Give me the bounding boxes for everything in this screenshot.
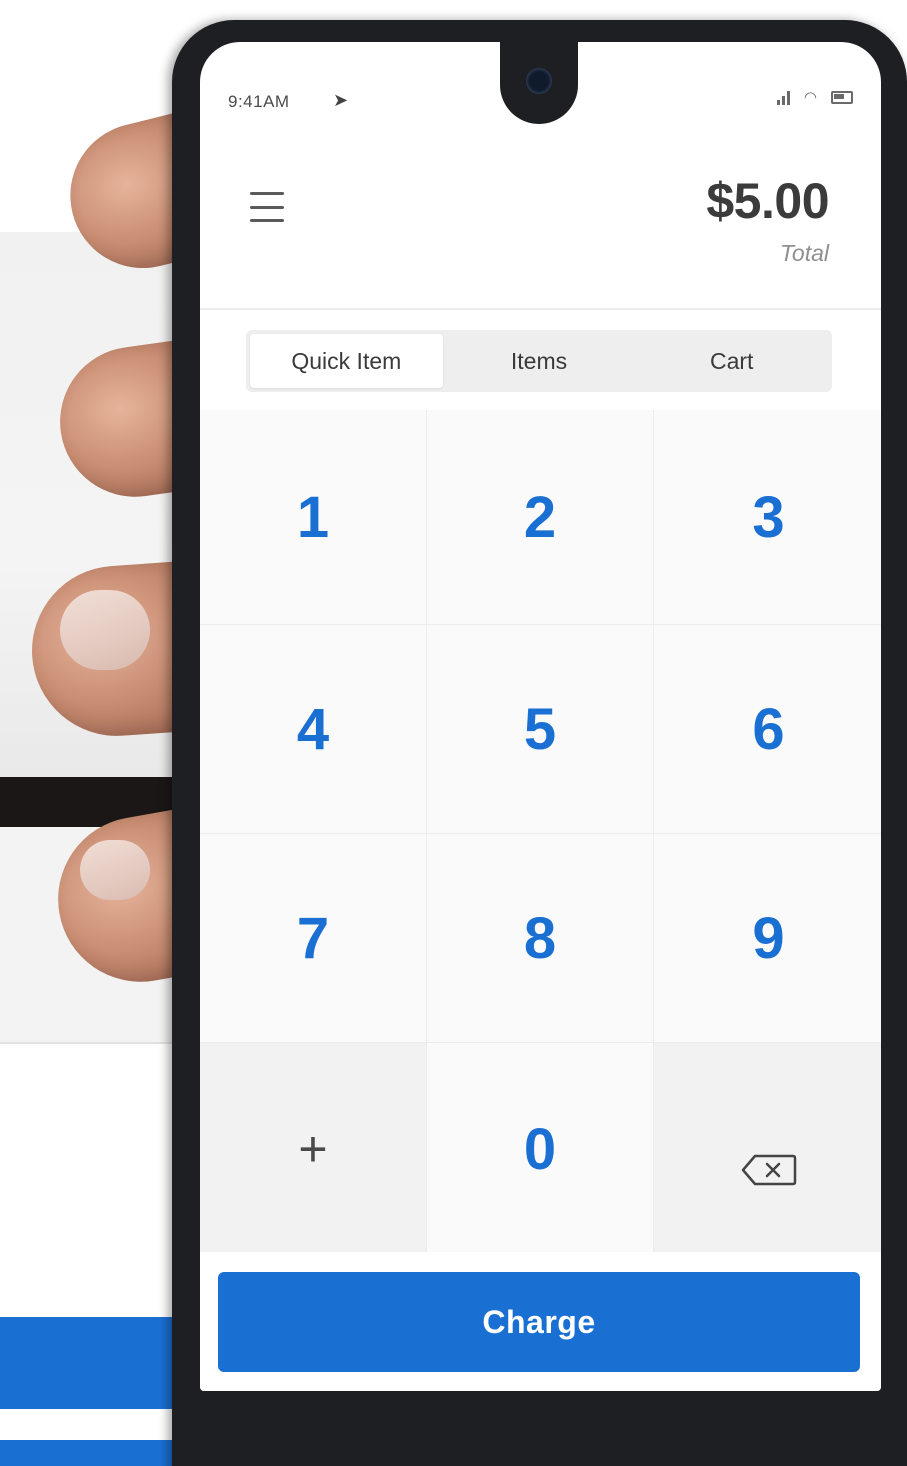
header-divider: [200, 308, 881, 310]
charge-area: Charge: [200, 1252, 881, 1391]
key-6[interactable]: 6: [654, 625, 881, 833]
status-icons: ◠: [776, 89, 853, 106]
fingernail: [80, 840, 150, 900]
tab-bar: Quick Item Items Cart: [246, 330, 832, 392]
charge-button[interactable]: Charge: [218, 1272, 860, 1372]
fingernail: [60, 590, 150, 670]
plus-icon: +: [298, 1121, 328, 1177]
tab-cart[interactable]: Cart: [635, 334, 828, 388]
key-3[interactable]: 3: [654, 410, 881, 624]
phone-bezel-bottom: [200, 1391, 881, 1466]
key-9[interactable]: 9: [654, 834, 881, 1042]
phone-screen: 9:41AM ➤ ◠ $5.00 Total Quick Item Items …: [200, 42, 881, 1391]
tab-items[interactable]: Items: [443, 334, 636, 388]
camera-icon: [526, 68, 552, 94]
key-8[interactable]: 8: [427, 834, 653, 1042]
total-label: Total: [779, 240, 829, 266]
marketing-scene: 9:41AM ➤ ◠ $5.00 Total Quick Item Items …: [0, 0, 907, 1466]
tab-quick-item[interactable]: Quick Item: [250, 334, 443, 388]
wifi-icon: ◠: [803, 89, 817, 106]
number-keypad: 1 2 3 4 5 6 7 8 9 + 0: [200, 410, 881, 1255]
location-arrow-icon: ➤: [333, 90, 349, 110]
key-0[interactable]: 0: [427, 1043, 653, 1255]
key-7[interactable]: 7: [200, 834, 426, 1042]
battery-icon: [831, 91, 853, 104]
hamburger-menu-icon[interactable]: [250, 192, 284, 222]
signal-icon: [776, 90, 790, 105]
backspace-icon: [741, 1133, 797, 1186]
key-2[interactable]: 2: [427, 410, 653, 624]
camera-notch: [500, 42, 578, 124]
key-4[interactable]: 4: [200, 625, 426, 833]
key-backspace[interactable]: [654, 1043, 881, 1255]
status-time: 9:41AM: [228, 92, 290, 111]
key-plus[interactable]: +: [200, 1043, 426, 1255]
key-1[interactable]: 1: [200, 410, 426, 624]
key-5[interactable]: 5: [427, 625, 653, 833]
total-amount: $5.00: [706, 173, 829, 229]
